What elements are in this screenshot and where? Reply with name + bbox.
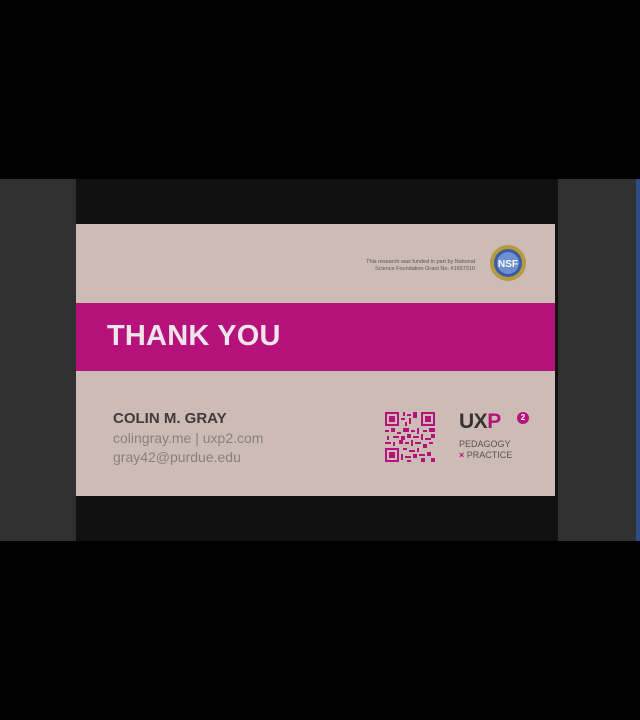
left-side-panel: [0, 179, 76, 541]
funding-line-2: Science Foundation Grant No. #1657310: [375, 266, 475, 272]
presenter-email: gray42@purdue.edu: [113, 449, 241, 465]
nsf-logo-text: NSF: [498, 259, 518, 270]
uxp-wordmark: UXP: [459, 410, 501, 434]
nsf-logo-icon: NSF: [490, 245, 526, 281]
uxp-superscript: 2: [517, 412, 529, 424]
uxp-pedagogy-practice-logo: UXP 2 PEDAGOGY × PRACTICE: [459, 410, 539, 462]
funding-line-1: This research was funded in part by Nati…: [366, 259, 475, 265]
uxp-text-ux: UX: [459, 410, 488, 433]
uxp-times-symbol: ×: [459, 450, 465, 460]
uxp-text-p: P: [487, 410, 501, 433]
funding-note: This research was funded in part by Nati…: [335, 259, 475, 273]
presenter-name: COLIN M. GRAY: [113, 410, 227, 427]
uxp-line-practice: × PRACTICE: [459, 450, 512, 460]
right-side-panel: [558, 179, 640, 541]
qr-code-icon: [385, 412, 435, 462]
uxp-line-pedagogy: PEDAGOGY: [459, 439, 511, 449]
right-edge-strip: [636, 179, 640, 541]
uxp-line-practice-text: PRACTICE: [466, 450, 513, 460]
thank-you-slide: This research was funded in part by Nati…: [76, 224, 555, 496]
presenter-websites: colingray.me | uxp2.com: [113, 430, 264, 446]
slide-title: THANK YOU: [107, 320, 281, 352]
